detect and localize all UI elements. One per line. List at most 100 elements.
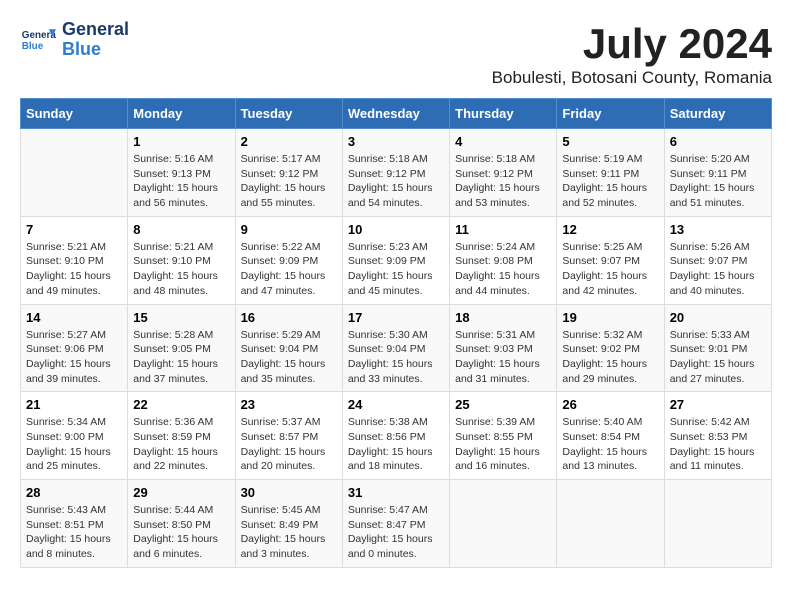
calendar-table: SundayMondayTuesdayWednesdayThursdayFrid… (20, 98, 772, 568)
day-number: 19 (562, 310, 658, 325)
day-cell: 17 Sunrise: 5:30 AM Sunset: 9:04 PM Dayli… (342, 304, 449, 392)
day-info: Sunrise: 5:22 AM Sunset: 9:09 PM Dayligh… (241, 240, 337, 299)
day-info: Sunrise: 5:28 AM Sunset: 9:05 PM Dayligh… (133, 328, 229, 387)
day-number: 13 (670, 222, 766, 237)
day-number: 15 (133, 310, 229, 325)
header-day: Friday (557, 99, 664, 129)
day-number: 5 (562, 134, 658, 149)
day-number: 24 (348, 397, 444, 412)
day-info: Sunrise: 5:36 AM Sunset: 8:59 PM Dayligh… (133, 415, 229, 474)
day-info: Sunrise: 5:27 AM Sunset: 9:06 PM Dayligh… (26, 328, 122, 387)
day-info: Sunrise: 5:40 AM Sunset: 8:54 PM Dayligh… (562, 415, 658, 474)
header-day: Saturday (664, 99, 771, 129)
day-cell: 8Sunrise: 5:21 AM Sunset: 9:10 PM Daylig… (128, 216, 235, 304)
day-info: Sunrise: 5:42 AM Sunset: 8:53 PM Dayligh… (670, 415, 766, 474)
day-cell: 31 Sunrise: 5:47 AM Sunset: 8:47 PM Dayli… (342, 480, 449, 568)
day-info: Sunrise: 5:21 AM Sunset: 9:10 PM Dayligh… (26, 240, 122, 299)
day-cell: 23 Sunrise: 5:37 AM Sunset: 8:57 PM Dayli… (235, 392, 342, 480)
svg-text:Blue: Blue (22, 41, 44, 52)
day-info: Sunrise: 5:34 AM Sunset: 9:00 PM Dayligh… (26, 415, 122, 474)
day-number: 23 (241, 397, 337, 412)
day-info: Sunrise: 5:25 AM Sunset: 9:07 PM Dayligh… (562, 240, 658, 299)
day-number: 2 (241, 134, 337, 149)
day-cell: 11 Sunrise: 5:24 AM Sunset: 9:08 PM Dayli… (450, 216, 557, 304)
day-cell: 6Sunrise: 5:20 AM Sunset: 9:11 PM Daylig… (664, 129, 771, 217)
day-cell: 7 Sunrise: 5:21 AM Sunset: 9:10 PM Daylig… (21, 216, 128, 304)
day-info: Sunrise: 5:43 AM Sunset: 8:51 PM Dayligh… (26, 503, 122, 562)
day-cell: 25Sunrise: 5:39 AM Sunset: 8:55 PM Dayli… (450, 392, 557, 480)
day-number: 28 (26, 485, 122, 500)
day-number: 1 (133, 134, 229, 149)
day-info: Sunrise: 5:30 AM Sunset: 9:04 PM Dayligh… (348, 328, 444, 387)
header-day: Monday (128, 99, 235, 129)
day-number: 6 (670, 134, 766, 149)
day-number: 31 (348, 485, 444, 500)
day-cell: 27 Sunrise: 5:42 AM Sunset: 8:53 PM Dayli… (664, 392, 771, 480)
day-number: 12 (562, 222, 658, 237)
day-info: Sunrise: 5:32 AM Sunset: 9:02 PM Dayligh… (562, 328, 658, 387)
location-title: Bobulesti, Botosani County, Romania (492, 68, 772, 88)
header-day: Thursday (450, 99, 557, 129)
day-info: Sunrise: 5:37 AM Sunset: 8:57 PM Dayligh… (241, 415, 337, 474)
day-cell: 2Sunrise: 5:17 AM Sunset: 9:12 PM Daylig… (235, 129, 342, 217)
day-info: Sunrise: 5:18 AM Sunset: 9:12 PM Dayligh… (348, 152, 444, 211)
day-info: Sunrise: 5:19 AM Sunset: 9:11 PM Dayligh… (562, 152, 658, 211)
day-info: Sunrise: 5:33 AM Sunset: 9:01 PM Dayligh… (670, 328, 766, 387)
day-cell: 5 Sunrise: 5:19 AM Sunset: 9:11 PM Daylig… (557, 129, 664, 217)
day-cell (21, 129, 128, 217)
day-info: Sunrise: 5:18 AM Sunset: 9:12 PM Dayligh… (455, 152, 551, 211)
day-cell: 14 Sunrise: 5:27 AM Sunset: 9:06 PM Dayli… (21, 304, 128, 392)
week-row: 7 Sunrise: 5:21 AM Sunset: 9:10 PM Daylig… (21, 216, 772, 304)
day-cell: 22Sunrise: 5:36 AM Sunset: 8:59 PM Dayli… (128, 392, 235, 480)
day-number: 17 (348, 310, 444, 325)
day-number: 3 (348, 134, 444, 149)
day-number: 10 (348, 222, 444, 237)
day-cell (557, 480, 664, 568)
day-number: 11 (455, 222, 551, 237)
header: General Blue General Blue July 2024 Bobu… (20, 20, 772, 88)
week-row: 21 Sunrise: 5:34 AM Sunset: 9:00 PM Dayli… (21, 392, 772, 480)
day-info: Sunrise: 5:21 AM Sunset: 9:10 PM Dayligh… (133, 240, 229, 299)
day-cell: 12 Sunrise: 5:25 AM Sunset: 9:07 PM Dayli… (557, 216, 664, 304)
logo-icon: General Blue (20, 22, 56, 58)
logo: General Blue General Blue (20, 20, 129, 60)
day-number: 14 (26, 310, 122, 325)
day-info: Sunrise: 5:38 AM Sunset: 8:56 PM Dayligh… (348, 415, 444, 474)
day-cell: 19 Sunrise: 5:32 AM Sunset: 9:02 PM Dayli… (557, 304, 664, 392)
week-row: 28 Sunrise: 5:43 AM Sunset: 8:51 PM Dayli… (21, 480, 772, 568)
day-info: Sunrise: 5:24 AM Sunset: 9:08 PM Dayligh… (455, 240, 551, 299)
day-info: Sunrise: 5:45 AM Sunset: 8:49 PM Dayligh… (241, 503, 337, 562)
day-cell: 10 Sunrise: 5:23 AM Sunset: 9:09 PM Dayli… (342, 216, 449, 304)
day-cell: 29 Sunrise: 5:44 AM Sunset: 8:50 PM Dayli… (128, 480, 235, 568)
day-number: 20 (670, 310, 766, 325)
header-row: SundayMondayTuesdayWednesdayThursdayFrid… (21, 99, 772, 129)
title-section: July 2024 Bobulesti, Botosani County, Ro… (492, 20, 772, 88)
day-cell: 18Sunrise: 5:31 AM Sunset: 9:03 PM Dayli… (450, 304, 557, 392)
day-info: Sunrise: 5:16 AM Sunset: 9:13 PM Dayligh… (133, 152, 229, 211)
day-info: Sunrise: 5:47 AM Sunset: 8:47 PM Dayligh… (348, 503, 444, 562)
day-cell: 1 Sunrise: 5:16 AM Sunset: 9:13 PM Daylig… (128, 129, 235, 217)
header-day: Sunday (21, 99, 128, 129)
day-number: 7 (26, 222, 122, 237)
day-cell: 28 Sunrise: 5:43 AM Sunset: 8:51 PM Dayli… (21, 480, 128, 568)
logo-name: General Blue (62, 20, 129, 60)
day-cell: 15 Sunrise: 5:28 AM Sunset: 9:05 PM Dayli… (128, 304, 235, 392)
day-number: 27 (670, 397, 766, 412)
day-number: 29 (133, 485, 229, 500)
day-info: Sunrise: 5:23 AM Sunset: 9:09 PM Dayligh… (348, 240, 444, 299)
day-cell: 13Sunrise: 5:26 AM Sunset: 9:07 PM Dayli… (664, 216, 771, 304)
day-cell: 26 Sunrise: 5:40 AM Sunset: 8:54 PM Dayli… (557, 392, 664, 480)
day-number: 18 (455, 310, 551, 325)
day-cell: 24 Sunrise: 5:38 AM Sunset: 8:56 PM Dayli… (342, 392, 449, 480)
day-number: 16 (241, 310, 337, 325)
day-info: Sunrise: 5:44 AM Sunset: 8:50 PM Dayligh… (133, 503, 229, 562)
day-cell: 21 Sunrise: 5:34 AM Sunset: 9:00 PM Dayli… (21, 392, 128, 480)
day-number: 25 (455, 397, 551, 412)
month-title: July 2024 (492, 20, 772, 68)
day-number: 26 (562, 397, 658, 412)
day-cell (664, 480, 771, 568)
day-cell: 20 Sunrise: 5:33 AM Sunset: 9:01 PM Dayli… (664, 304, 771, 392)
week-row: 14 Sunrise: 5:27 AM Sunset: 9:06 PM Dayli… (21, 304, 772, 392)
week-row: 1 Sunrise: 5:16 AM Sunset: 9:13 PM Daylig… (21, 129, 772, 217)
day-number: 21 (26, 397, 122, 412)
